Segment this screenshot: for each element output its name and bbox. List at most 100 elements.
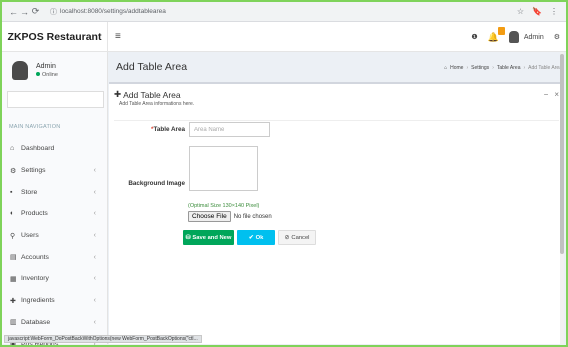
bookmark-star-icon[interactable]: ☆ <box>517 7 524 16</box>
file-upload: Choose File No file chosen <box>188 211 272 222</box>
online-status-text: Online <box>42 72 58 78</box>
action-buttons: ⛁ Save and New ✔ Ok ⊘ Cancel <box>183 230 316 245</box>
plus-circle-icon: ✚ <box>114 89 122 99</box>
notifications-bell-icon[interactable]: 🔔 <box>488 26 505 43</box>
browser-toolbar: ← → ⟳ ⓘ localhost:8080/settings/addtable… <box>2 2 566 22</box>
notification-badge <box>497 26 505 35</box>
info-icon[interactable]: ⓘ <box>50 7 57 17</box>
table-area-input[interactable] <box>189 122 270 137</box>
scrollbar-thumb[interactable] <box>560 54 564 254</box>
optimal-size-hint: (Optimal Size 130×140 Pixel) <box>188 203 260 209</box>
chevron-left-icon: ‹ <box>93 210 96 218</box>
background-image-label: Background Image <box>128 180 185 187</box>
page-scrollbar[interactable] <box>560 52 564 344</box>
accounts-icon: ▤ <box>10 254 17 262</box>
sidebar-item-label: Database <box>21 318 51 326</box>
sidebar-avatar <box>12 61 28 80</box>
breadcrumb-item[interactable]: Table Area <box>497 65 521 71</box>
sidebar-item-label: Ingredients <box>21 297 55 305</box>
user-avatar <box>508 31 519 43</box>
sidebar-item-dashboard[interactable]: ⌂ Dashboard <box>2 138 107 160</box>
online-dot-icon <box>36 72 40 76</box>
sidebar-item-inventory[interactable]: ▦ Inventory ‹ <box>2 268 107 290</box>
collapse-icon[interactable]: − <box>544 90 549 99</box>
app-logo[interactable]: ZKPOS Restaurant <box>2 22 108 52</box>
breadcrumb-separator: › <box>466 65 469 71</box>
user-panel: Admin Online <box>2 52 107 89</box>
breadcrumb-separator: › <box>492 65 494 71</box>
dashboard-icon: ⌂ <box>10 145 15 153</box>
sidebar-item-label: Dashboard <box>21 145 55 153</box>
user-menu[interactable]: Admin <box>508 31 544 43</box>
breadcrumb: ⌂ Home › Settings › Table Area › Add Table Area <box>444 65 562 71</box>
browser-menu-icon[interactable]: ⋮ <box>550 7 558 16</box>
cancel-label: Cancel <box>291 234 310 241</box>
box-divider <box>114 120 559 121</box>
reload-icon[interactable]: ⟳ <box>30 6 41 17</box>
inventory-icon: ▦ <box>10 275 17 283</box>
sidebar-item-accounts[interactable]: ▤ Accounts ‹ <box>2 246 107 268</box>
info-circle-icon[interactable]: ❶ <box>471 33 477 41</box>
choose-file-button[interactable]: Choose File <box>188 211 231 222</box>
ok-button[interactable]: ✔ Ok <box>237 230 275 245</box>
cancel-icon: ⊘ <box>284 234 290 241</box>
header-user-name: Admin <box>523 33 544 41</box>
form-box: ✚ Add Table Area Add Table Area informat… <box>109 82 564 344</box>
browser-status-bar: javascript:WebForm_DoPostBackWithOptions… <box>4 335 202 343</box>
sidebar-item-label: Products <box>21 210 48 218</box>
check-icon: ✔ <box>248 234 254 241</box>
close-icon[interactable]: × <box>554 90 559 99</box>
database-icon: ▥ <box>10 319 17 327</box>
sidebar-toggle-icon[interactable]: ≡ <box>115 31 121 42</box>
sidebar-item-settings[interactable]: ⚙ Settings ‹ <box>2 160 107 182</box>
breadcrumb-item[interactable]: Settings <box>471 65 489 71</box>
chevron-left-icon: ‹ <box>93 253 96 261</box>
cancel-button[interactable]: ⊘ Cancel <box>278 230 316 245</box>
ingredients-icon: ✚ <box>10 297 16 305</box>
nav-header: MAIN NAVIGATION <box>9 124 61 130</box>
store-icon: ▪ <box>10 188 13 196</box>
chevron-left-icon: ‹ <box>93 318 96 326</box>
extension-icon[interactable]: 🔖 <box>532 7 542 16</box>
chevron-left-icon: ‹ <box>93 167 96 175</box>
forward-icon[interactable]: → <box>19 7 30 17</box>
page-frame: ← → ⟳ ⓘ localhost:8080/settings/addtable… <box>0 0 568 347</box>
breadcrumb-separator: › <box>523 65 526 71</box>
sidebar-item-ingredients[interactable]: ✚ Ingredients ‹ <box>2 290 107 312</box>
sidebar-item-users[interactable]: ⚲ Users ‹ <box>2 225 107 247</box>
settings-icon: ⚙ <box>10 167 17 175</box>
sidebar-item-products[interactable]: ◐ Products ‹ <box>2 203 107 225</box>
breadcrumb-item[interactable]: Home <box>450 65 463 71</box>
image-preview <box>189 146 258 191</box>
chevron-left-icon: ‹ <box>93 297 96 305</box>
content-area: Add Table Area ⌂ Home › Settings › Table Area… <box>109 52 566 344</box>
save-and-new-button[interactable]: ⛁ Save and New <box>183 230 234 245</box>
back-icon[interactable]: ← <box>8 7 19 17</box>
address-bar[interactable]: ⓘ localhost:8080/settings/addtablearea <box>45 5 517 19</box>
chevron-left-icon: ‹ <box>93 275 96 283</box>
app-header: ZKPOS Restaurant ≡ ❶ 🔔 Admin ⚙ <box>2 22 566 52</box>
sidebar-search-input[interactable] <box>7 91 104 108</box>
box-title: ✚ Add Table Area <box>114 89 181 100</box>
sidebar-item-store[interactable]: ▪ Store ‹ <box>2 181 107 203</box>
sidebar-user-name: Admin <box>36 63 56 70</box>
table-area-label: *Table Area <box>119 126 185 133</box>
sidebar-item-label: Users <box>21 232 39 240</box>
file-status: No file chosen <box>233 213 272 220</box>
breadcrumb-item: Add Table Area <box>528 65 562 71</box>
chevron-left-icon: ‹ <box>93 232 96 240</box>
sidebar-item-label: Accounts <box>21 253 49 261</box>
url-text: localhost:8080/settings/addtablearea <box>60 8 166 15</box>
sidebar-item-database[interactable]: ▥ Database ‹ <box>2 312 107 334</box>
sidebar-item-label: Settings <box>21 167 46 175</box>
online-status: Online <box>36 72 58 78</box>
page-title: Add Table Area <box>116 61 188 73</box>
chevron-left-icon: ‹ <box>93 188 96 196</box>
table-area-label-text: Table Area <box>153 126 186 133</box>
gear-icon[interactable]: ⚙ <box>554 33 560 41</box>
sidebar-item-label: Store <box>21 188 38 196</box>
sidebar: Admin Online MAIN NAVIGATION ⌂ Dashboard ⚙… <box>2 52 108 345</box>
products-icon: ◐ <box>10 210 15 218</box>
save-and-new-label: Save and New <box>192 234 232 241</box>
save-icon: ⛁ <box>185 234 191 241</box>
